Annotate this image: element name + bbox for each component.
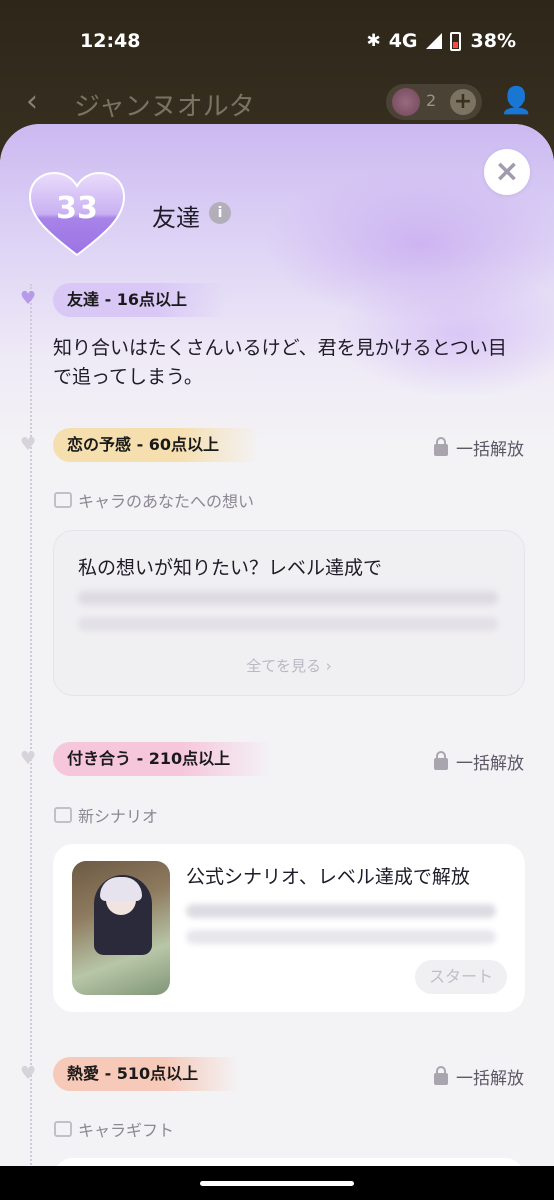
gem-counter[interactable]: 2 + [386,84,482,120]
unlock-all-button[interactable]: 一括解放 [434,749,524,774]
unlock-label: 一括解放 [456,440,524,460]
gift-icon [54,1121,72,1137]
character-name: ジャンヌオルタ [74,92,255,122]
close-icon: × [494,154,520,189]
tier-badge: 熱愛 - 510点以上 [53,1057,239,1091]
tier-heart-icon: ♥ [20,288,37,309]
blurred-text [186,904,496,918]
home-indicator[interactable] [200,1181,354,1186]
section-label-text: キャラのあなたへの想い [78,492,255,511]
navigation-bar [0,1166,554,1200]
info-icon[interactable]: i [209,202,231,224]
calendar-icon [54,807,72,823]
character-hair [100,877,142,901]
section-label: キャラのあなたへの想い [54,488,254,512]
section-label: キャラギフト [54,1117,174,1141]
unlock-label: 一括解放 [456,754,524,774]
affinity-sheet: × 33 友達 i ♥ 友達 - 16点以上 知り合いはたくさんいるけど、君を見… [0,124,554,1200]
unlock-label: 一括解放 [456,1069,524,1089]
level-title: 友達 [152,204,200,232]
character-header: ‹ ジャンヌオルタ 2 + 👤 [0,82,554,122]
blurred-text [78,617,498,631]
lock-icon [434,751,448,770]
lock-icon [434,437,448,456]
scenario-card[interactable]: 公式シナリオ、レベル達成で解放 スタート [53,844,525,1012]
section-label-text: 新シナリオ [78,807,159,826]
section-label: 新シナリオ [54,803,158,827]
thoughts-card[interactable]: 私の想いが知りたい？レベル達成で 全てを見る › [53,530,525,696]
battery-label: 38% [470,30,516,52]
scenario-card-title: 公式シナリオ、レベル達成で解放 [186,866,470,888]
tier-badge: 友達 - 16点以上 [53,283,228,317]
tier-badge: 恋の予感 - 60点以上 [53,428,260,462]
tier-heart-icon: ♥ [20,1063,37,1084]
close-button[interactable]: × [484,149,530,195]
tier-badge: 付き合う - 210点以上 [53,742,271,776]
status-time: 12:48 [80,30,141,52]
signal-icon [425,33,442,49]
gem-count: 2 [426,91,437,110]
status-bar: 12:48 ✱ 4G 38% [0,0,554,86]
lock-icon [434,1066,448,1085]
level-number: 33 [56,191,98,226]
tier-heart-icon: ♥ [20,434,37,455]
add-gem-icon[interactable]: + [450,89,476,115]
heartbeat-icon [54,492,72,508]
blurred-text [78,591,498,605]
network-label: 4G [388,30,418,52]
user-add-icon[interactable]: 👤 [500,86,532,116]
see-all-link[interactable]: 全てを見る › [54,655,524,676]
gem-icon [392,88,420,116]
level-heart: 33 [28,171,126,259]
unlock-all-button[interactable]: 一括解放 [434,1064,524,1089]
blurred-text [186,930,496,944]
unlock-all-button[interactable]: 一括解放 [434,435,524,460]
back-icon[interactable]: ‹ [26,84,38,119]
start-button[interactable]: スタート [415,960,507,994]
status-icons: ✱ 4G 38% [366,30,516,52]
tier-heart-icon: ♥ [20,748,37,769]
section-label-text: キャラギフト [78,1121,175,1140]
scenario-thumbnail [72,861,170,995]
bluetooth-icon: ✱ [366,31,381,51]
tier-description: 知り合いはたくさんいるけど、君を見かけるとつい目で追ってしまう。 [53,337,507,388]
battery-icon [449,31,461,51]
thoughts-card-title: 私の想いが知りたい？レベル達成で [78,557,383,579]
